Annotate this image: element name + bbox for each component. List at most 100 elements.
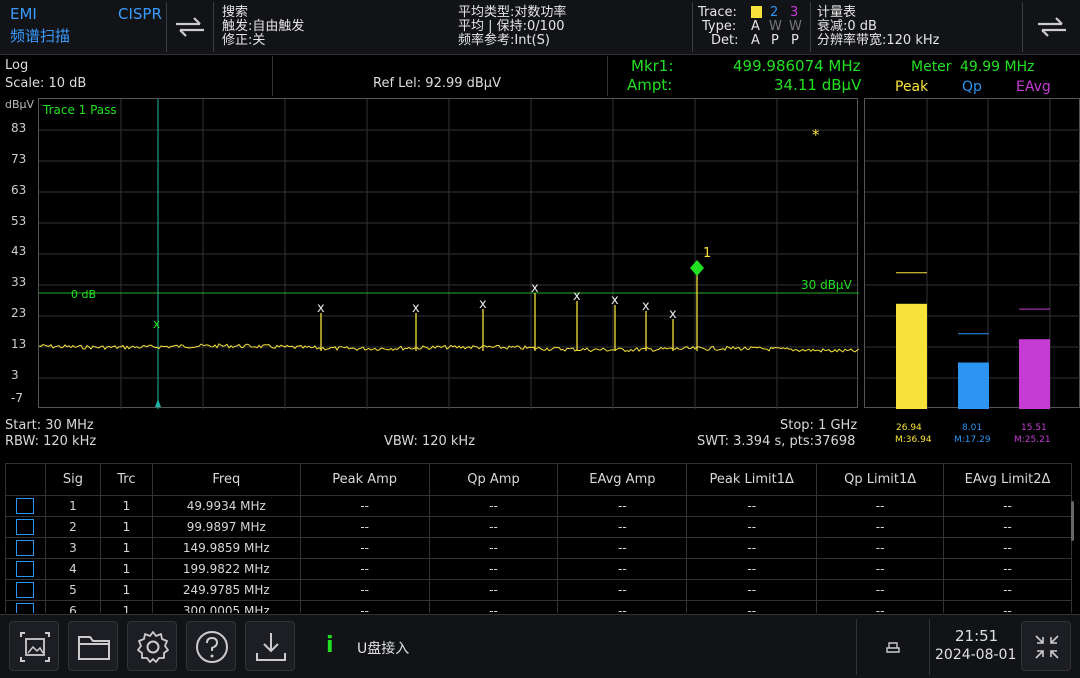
cursor-foot-icon [155, 399, 161, 407]
col-header-trc[interactable]: Trc [99, 463, 153, 496]
settings-button[interactable] [127, 621, 177, 671]
table-cell: -- [557, 537, 688, 559]
screenshot-button[interactable] [9, 621, 59, 671]
col-header-qp-limit[interactable]: Qp Limit1Δ [816, 463, 945, 496]
top-bar: EMI 频谱扫描 CISPR 搜索 触发:自由触发 修正:关 平均类型:对数功率… [0, 0, 1080, 55]
col-header-qp-amp[interactable]: Qp Amp [428, 463, 559, 496]
col-header-peak-amp[interactable]: Peak Amp [299, 463, 430, 496]
peak-meter-bar [896, 303, 927, 409]
signal-table[interactable]: Sig Trc Freq Peak Amp Qp Amp EAvg Amp Pe… [0, 463, 1080, 613]
row-checkbox[interactable] [16, 561, 35, 577]
vbw-value: VBW: 120 kHz [384, 434, 476, 449]
row-checkbox[interactable] [16, 582, 35, 598]
mode-subtitle[interactable]: 频谱扫描 [10, 28, 70, 45]
signal-x-mark: x [573, 289, 581, 304]
atten-line[interactable]: 衰减:0 dB [817, 20, 877, 34]
table-row[interactable]: 2 1 99.9897 MHz -- -- -- -- -- -- [5, 516, 1072, 538]
y-tick: 73 [11, 152, 27, 166]
trace-pass-label: Trace 1 Pass [42, 103, 117, 117]
row-checkbox[interactable] [16, 519, 35, 535]
row-checkbox-cell[interactable] [5, 537, 46, 559]
table-cell: -- [299, 600, 430, 613]
signal-x-mark: x [669, 307, 677, 322]
table-cell: -- [299, 558, 430, 580]
det-label: Det: [711, 33, 739, 48]
row-checkbox[interactable] [16, 603, 35, 613]
table-row[interactable]: 1 1 49.9934 MHz -- -- -- -- -- -- [5, 495, 1072, 517]
det-1: A [751, 33, 760, 48]
table-cell: 2 [44, 516, 101, 538]
table-cell: -- [943, 516, 1072, 538]
swt-value: SWT: 3.394 s, pts:37698 [697, 434, 856, 449]
row-checkbox-cell[interactable] [5, 516, 46, 538]
limit-right-label: 30 dBμV [801, 278, 853, 292]
table-cell: -- [686, 495, 818, 517]
table-cell: -- [428, 516, 559, 538]
usb-icon[interactable] [884, 639, 902, 655]
spectrum-plot[interactable]: 0 dB 30 dBμV x x x x x x x x 1 * x Trace 1 Pass [38, 98, 859, 409]
meter-title[interactable]: 计量表 [817, 6, 856, 20]
col-header-freq[interactable]: Freq [151, 463, 301, 496]
marker-diamond-icon [690, 260, 704, 276]
row-checkbox[interactable] [16, 540, 35, 556]
table-cell: 1 [99, 495, 153, 517]
y-unit: dBμV [5, 98, 35, 111]
col-header-select [5, 463, 46, 496]
trace-1-swatch[interactable] [751, 6, 762, 18]
type-1: A [751, 19, 760, 34]
qp-value: 8.01 [962, 423, 983, 433]
freq-ref-line[interactable]: 频率参考:Int(S) [458, 34, 550, 48]
y-tick: 3 [11, 368, 19, 382]
col-header-eavg-amp[interactable]: EAvg Amp [557, 463, 688, 496]
signal-x-mark: x [611, 293, 619, 308]
ampt-value: 34.11 dBμV [774, 76, 862, 94]
row-checkbox[interactable] [16, 498, 35, 514]
table-cell: -- [943, 495, 1072, 517]
trace-3[interactable]: 3 [790, 6, 798, 20]
qp-max: M:17.29 [954, 435, 991, 445]
col-header-sig[interactable]: Sig [44, 463, 101, 496]
table-cell: 1 [99, 558, 153, 580]
table-row[interactable]: 5 1 249.9785 MHz -- -- -- -- -- -- [5, 579, 1072, 601]
fullscreen-button[interactable] [1021, 621, 1071, 671]
table-row[interactable]: 4 1 199.9822 MHz -- -- -- -- -- -- [5, 558, 1072, 580]
avg-type-line[interactable]: 平均类型:对数功率 [458, 6, 566, 20]
swap-icon[interactable] [172, 14, 208, 40]
table-cell: 1 [99, 516, 153, 538]
table-cell: -- [943, 558, 1072, 580]
rbw-line[interactable]: 分辨率带宽:120 kHz [817, 34, 939, 48]
col-header-peak-limit[interactable]: Peak Limit1Δ [686, 463, 818, 496]
mode-title[interactable]: EMI [10, 6, 37, 23]
table-cell: -- [557, 516, 688, 538]
file-button[interactable] [68, 621, 118, 671]
signal-x-mark: x [317, 301, 325, 316]
rbw-value: RBW: 120 kHz [5, 434, 97, 449]
avg-hold-line[interactable]: 平均 | 保持:0/100 [458, 20, 565, 34]
status-message: U盘接入 [357, 641, 410, 657]
standard-label[interactable]: CISPR [118, 6, 162, 23]
search-line-1[interactable]: 搜索 [222, 6, 248, 20]
col-header-eavg-limit[interactable]: EAvg Limit2Δ [943, 463, 1072, 496]
download-icon [256, 633, 286, 661]
marker-freq: 499.986074 MHz [733, 57, 861, 75]
save-button[interactable] [245, 621, 295, 671]
bottom-bar: i U盘接入 21:51 2024-08-01 [0, 614, 1080, 678]
table-row[interactable]: 6 1 300.0005 MHz -- -- -- -- -- -- [5, 600, 1072, 613]
peak-value: 26.94 [896, 423, 922, 433]
row-checkbox-cell[interactable] [5, 495, 46, 517]
swap-icon-right[interactable] [1034, 14, 1070, 40]
scale-value: Scale: 10 dB [5, 76, 87, 91]
row-checkbox-cell[interactable] [5, 579, 46, 601]
row-checkbox-cell[interactable] [5, 558, 46, 580]
table-scrollbar[interactable] [1071, 501, 1074, 541]
trigger-line[interactable]: 触发:自由触发 [222, 20, 304, 34]
table-cell: -- [428, 537, 559, 559]
table-cell: -- [686, 600, 818, 613]
correction-line[interactable]: 修正:关 [222, 34, 265, 48]
info-icon: i [326, 633, 334, 658]
table-row[interactable]: 3 1 149.9859 MHz -- -- -- -- -- -- [5, 537, 1072, 559]
help-button[interactable] [186, 621, 236, 671]
row-checkbox-cell[interactable] [5, 600, 46, 613]
trace-2[interactable]: 2 [770, 6, 778, 20]
y-tick: 33 [11, 275, 27, 289]
